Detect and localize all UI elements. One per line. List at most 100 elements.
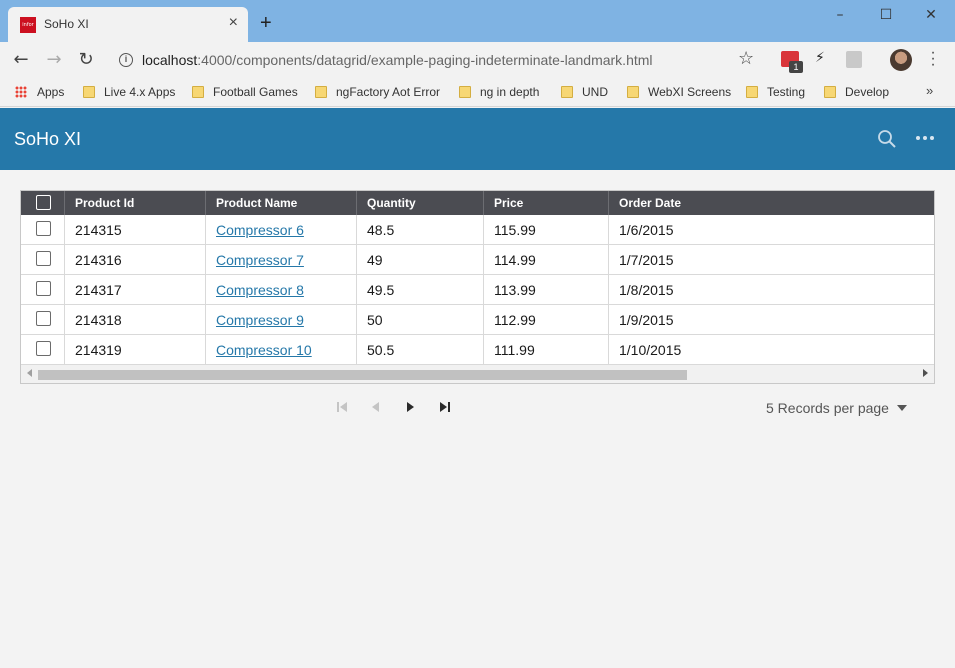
pdf-extension-icon[interactable] [846,51,862,68]
row-checkbox[interactable] [36,281,51,296]
bookmark-und[interactable]: UND [561,85,608,99]
bookmark-football-games[interactable]: Football Games [192,85,298,99]
row-select-cell [21,245,65,275]
bookmark-apps[interactable]: Apps [15,85,64,99]
cell-price: 113.99 [484,275,609,305]
table-row[interactable]: 214317 Compressor 8 49.5 113.99 1/8/2015 [21,275,934,305]
new-tab-icon[interactable]: + [260,13,272,33]
last-page-icon[interactable] [437,399,453,415]
previous-page-icon[interactable] [368,399,384,415]
product-link[interactable]: Compressor 9 [216,312,304,328]
lightning-extension-icon[interactable]: ⚡ [815,50,825,66]
cell-price: 114.99 [484,245,609,275]
more-actions-icon[interactable] [916,136,936,142]
site-info-icon[interactable]: i [119,53,133,67]
bookmark-star-icon[interactable]: ☆ [738,48,754,69]
profile-avatar[interactable] [890,49,912,71]
row-select-cell [21,335,65,365]
cell-order-date: 1/9/2015 [619,312,674,328]
url-path: :4000/components/datagrid/example-paging… [197,52,653,68]
folder-icon [315,86,327,98]
row-checkbox[interactable] [36,311,51,326]
bookmark-label: Develop [845,85,890,99]
row-select-cell [21,215,65,245]
reload-icon[interactable]: ↻ [75,49,97,71]
browser-toolbar: ← → ↻ i localhost:4000/components/datagr… [0,42,955,79]
row-select-cell [21,305,65,335]
folder-icon [824,86,836,98]
folder-icon [192,86,204,98]
back-arrow-icon[interactable]: ← [10,49,32,71]
cell-product-name: Compressor 9 [206,305,357,335]
product-link[interactable]: Compressor 6 [216,222,304,238]
cell-product-id: 214319 [65,335,206,365]
horizontal-scrollbar[interactable] [21,365,934,383]
cell-order-date: 1/10/2015 [619,342,682,358]
column-header-product-name[interactable]: Product Name [206,191,357,215]
maximize-icon[interactable]: ☐ [876,6,896,24]
table-row[interactable]: 214315 Compressor 6 48.5 115.99 1/6/2015 [21,215,934,245]
folder-icon [746,86,758,98]
browser-menu-icon[interactable]: · · · [925,45,941,73]
cell-product-id: 214316 [65,245,206,275]
datagrid-header: Product Id Product Name Quantity Price O… [21,191,934,215]
tab-title: SoHo XI [44,17,89,31]
scroll-right-arrow-icon[interactable] [923,369,928,377]
column-header-order-date[interactable]: Order Date [609,191,934,215]
cell-quantity: 49.5 [357,275,484,305]
column-header-price[interactable]: Price [484,191,609,215]
cell-price: 111.99 [484,335,609,365]
cell-product-name: Compressor 8 [206,275,357,305]
bookmark-label: UND [582,85,608,99]
row-checkbox[interactable] [36,341,51,356]
next-page-icon[interactable] [402,399,418,415]
bookmark-testing[interactable]: Testing [746,85,805,99]
bookmark-develop[interactable]: Develop [824,85,889,99]
bookmarks-overflow-icon[interactable]: » [926,83,933,98]
apps-grid-icon [15,86,27,98]
product-link[interactable]: Compressor 7 [216,252,304,268]
table-row[interactable]: 214319 Compressor 10 50.5 111.99 1/10/20… [21,335,934,365]
scroll-left-arrow-icon[interactable] [27,369,32,377]
select-all-cell [21,191,65,215]
product-link[interactable]: Compressor 8 [216,282,304,298]
address-bar[interactable]: localhost:4000/components/datagrid/examp… [142,52,653,68]
url-host: localhost [142,52,198,68]
bookmark-ng-in-depth[interactable]: ng in depth [459,85,539,99]
page-size-label: 5 Records per page [766,400,889,416]
product-link[interactable]: Compressor 10 [216,342,312,358]
tab-close-icon[interactable]: × [229,15,238,31]
cell-price: 112.99 [484,305,609,335]
search-icon[interactable] [877,129,897,149]
table-row[interactable]: 214316 Compressor 7 49 114.99 1/7/2015 [21,245,934,275]
browser-tab[interactable]: infor SoHo XI × [8,7,248,42]
bookmark-label: ng in depth [480,85,540,99]
infor-favicon-icon: infor [20,17,36,33]
forward-arrow-icon[interactable]: → [43,49,65,71]
page-size-dropdown[interactable]: 5 Records per page [766,400,907,416]
folder-icon [83,86,95,98]
cell-quantity: 50.5 [357,335,484,365]
bookmark-label: Apps [37,85,65,99]
cell-product-id: 214317 [65,275,206,305]
table-row[interactable]: 214318 Compressor 9 50 112.99 1/9/2015 [21,305,934,335]
minimize-icon[interactable]: – [830,6,850,24]
column-header-product-id[interactable]: Product Id [65,191,206,215]
row-checkbox[interactable] [36,251,51,266]
window-close-icon[interactable]: ✕ [921,6,941,24]
first-page-icon[interactable] [334,399,350,415]
bookmark-label: Testing [767,85,806,99]
bookmark-ngfactory[interactable]: ngFactory Aot Error [315,85,440,99]
cell-product-name: Compressor 10 [206,335,357,365]
cell-product-id: 214318 [65,305,206,335]
bookmark-live-apps[interactable]: Live 4.x Apps [83,85,175,99]
select-all-checkbox[interactable] [36,195,51,210]
cell-product-id: 214315 [65,215,206,245]
scrollbar-thumb[interactable] [38,370,687,380]
row-checkbox[interactable] [36,221,51,236]
bookmark-webxi-screens[interactable]: WebXI Screens [627,85,731,99]
column-header-quantity[interactable]: Quantity [357,191,484,215]
folder-icon [459,86,471,98]
bookmark-label: WebXI Screens [648,85,732,99]
cell-order-date: 1/8/2015 [619,282,674,298]
